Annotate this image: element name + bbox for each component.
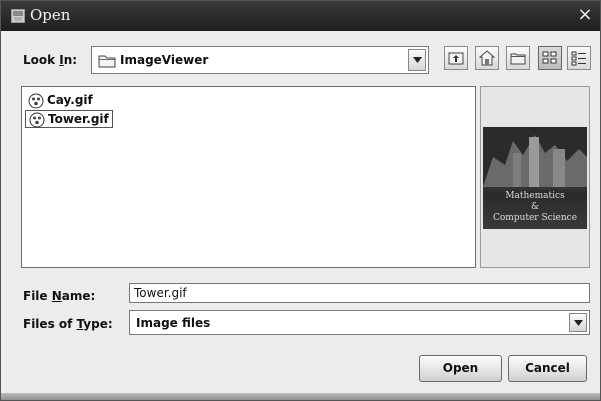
up-one-level-icon bbox=[448, 52, 464, 65]
files-of-type-label: Files of Type: bbox=[23, 317, 113, 331]
app-icon bbox=[11, 9, 25, 23]
look-in-combo[interactable]: ImageViewer bbox=[91, 46, 429, 74]
new-folder-button[interactable] bbox=[506, 46, 530, 70]
image-file-icon bbox=[29, 112, 45, 132]
home-button[interactable] bbox=[475, 46, 499, 70]
files-of-type-combo[interactable]: Image files bbox=[129, 310, 590, 335]
file-name-label: File Name: bbox=[23, 289, 96, 303]
file-name-label: Tower.gif bbox=[48, 112, 109, 126]
chevron-down-icon bbox=[574, 319, 583, 326]
look-in-dropdown-arrow[interactable] bbox=[408, 49, 426, 71]
files-of-type-value: Image files bbox=[136, 316, 211, 330]
window-bottom-edge bbox=[1, 393, 600, 400]
open-button[interactable]: Open bbox=[419, 355, 502, 382]
preview-caption-line1: Mathematics bbox=[505, 191, 565, 201]
close-icon[interactable]: × bbox=[576, 6, 594, 24]
dialog-title: Open bbox=[30, 6, 71, 24]
image-preview-panel: Mathematics & Computer Science bbox=[480, 86, 590, 268]
file-item-cay[interactable]: Cay.gif bbox=[25, 92, 93, 110]
open-dialog: Open × Look In: ImageViewer Cay.gif Towe… bbox=[0, 0, 601, 401]
home-icon bbox=[479, 50, 495, 66]
file-name-input[interactable] bbox=[129, 283, 590, 303]
look-in-value: ImageViewer bbox=[120, 53, 209, 67]
cancel-button[interactable]: Cancel bbox=[508, 355, 587, 382]
up-one-level-button[interactable] bbox=[444, 46, 468, 70]
title-bar[interactable]: Open × bbox=[1, 1, 600, 31]
file-list[interactable]: Cay.gif Tower.gif bbox=[21, 86, 476, 268]
files-of-type-dropdown-arrow[interactable] bbox=[569, 313, 587, 332]
preview-caption-line2: & bbox=[530, 202, 539, 212]
list-view-icon bbox=[542, 51, 557, 64]
chevron-down-icon bbox=[413, 57, 422, 63]
folder-icon bbox=[98, 54, 116, 71]
preview-caption-line3: Computer Science bbox=[492, 213, 578, 223]
file-name-label: Cay.gif bbox=[47, 93, 93, 107]
file-item-tower[interactable]: Tower.gif bbox=[25, 110, 113, 128]
details-view-icon bbox=[571, 51, 586, 66]
look-in-label: Look In: bbox=[23, 53, 78, 67]
preview-thumbnail: Mathematics & Computer Science bbox=[483, 127, 587, 229]
list-view-button[interactable] bbox=[538, 46, 562, 70]
details-view-button[interactable] bbox=[567, 46, 591, 70]
new-folder-icon bbox=[510, 53, 526, 65]
